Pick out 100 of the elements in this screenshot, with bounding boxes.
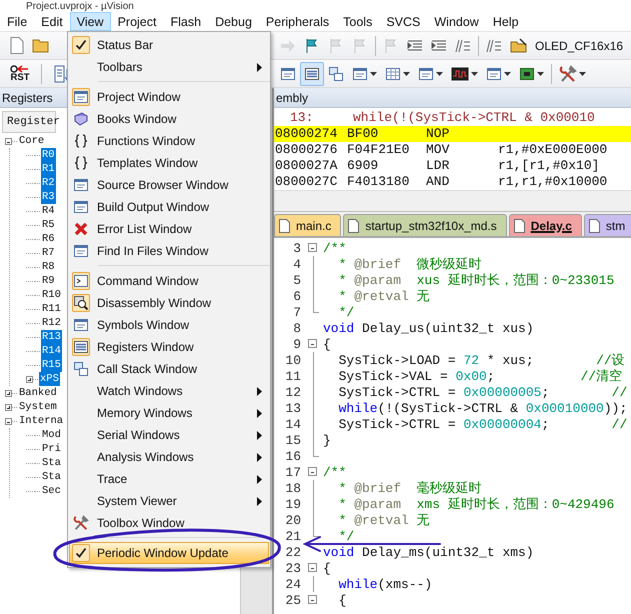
tree-item[interactable]: Pri (41, 442, 62, 456)
collapse-toggle[interactable] (308, 339, 317, 348)
menu-item[interactable]: SVCS (379, 12, 428, 31)
menu-item[interactable]: Templates Window (69, 152, 269, 174)
list-icon (73, 339, 89, 355)
tree-item[interactable]: Sta (41, 456, 62, 470)
collapse-toggle[interactable] (5, 418, 12, 424)
tree-item[interactable]: R13 (41, 330, 62, 344)
tree-item[interactable]: R3 (41, 190, 56, 204)
tree-item[interactable]: R0 (41, 148, 56, 162)
menu-item[interactable]: Peripherals (258, 12, 336, 31)
file-tab[interactable]: startup_stm32f10x_md.s (343, 214, 507, 236)
tree-item[interactable]: R6 (41, 232, 56, 246)
disassembly-row[interactable]: 08000274 BF00 NOP (274, 126, 631, 142)
menu-item[interactable]: Command Window (69, 270, 269, 292)
reset-button[interactable]: RST (10, 65, 30, 82)
collapse-toggle[interactable] (308, 243, 317, 252)
folder-icon[interactable] (32, 38, 50, 53)
line-number: 22 (284, 544, 301, 560)
flag-icon (383, 38, 399, 54)
menu-item[interactable]: Periodic Window Update (69, 542, 269, 564)
menu-item[interactable]: Window (427, 12, 486, 31)
menu-item[interactable]: File (0, 12, 34, 31)
menu-item[interactable]: Project (110, 12, 164, 31)
menu-item[interactable]: Edit (34, 12, 70, 31)
expand-toggle[interactable] (5, 390, 12, 396)
caret-icon (579, 72, 586, 76)
menu-item[interactable]: View (70, 12, 111, 31)
menu-item[interactable]: Memory Windows (69, 402, 269, 424)
menu-item[interactable]: Toolbars (69, 56, 269, 78)
menu-item[interactable]: Registers Window (69, 336, 269, 358)
collapse-toggle[interactable] (308, 595, 317, 604)
menu-item[interactable]: System Viewer (69, 490, 269, 512)
line-number: 7 (292, 304, 301, 320)
tree-item[interactable]: R1 (41, 162, 56, 176)
menu-item[interactable]: Analysis Windows (69, 446, 269, 468)
menu-item[interactable]: Flash (163, 12, 208, 31)
menu-item[interactable]: Debug (208, 12, 259, 31)
address: 08000274 (275, 126, 338, 142)
submenu-arrow-icon (257, 409, 262, 418)
windows-icon (328, 66, 344, 82)
code-line: { (322, 562, 331, 574)
menu-item[interactable]: Tools (336, 12, 380, 31)
tree-item[interactable]: R8 (41, 260, 56, 274)
tree-item[interactable]: R9 (41, 274, 56, 288)
menu-item[interactable]: Serial Windows (69, 424, 269, 446)
toolbar-button[interactable] (300, 62, 324, 86)
disassembly-row[interactable]: 08000276 F04F21E0 MOV r1,#0xE000E000 (274, 142, 631, 158)
tree-item[interactable]: R2 (41, 176, 56, 190)
disassembly-row[interactable]: 0800027A 6909 LDR r1,[r1,#0x10] (274, 158, 631, 174)
code-line: * @brief 微秒级延时 (338, 258, 482, 270)
error-icon (73, 221, 89, 237)
tree-item[interactable]: Core (18, 134, 46, 148)
menu-item[interactable]: Project Window (69, 86, 269, 108)
file-tab[interactable]: Delay.c (508, 214, 582, 236)
tree-item[interactable]: R10 (41, 288, 62, 302)
new-file-icon[interactable] (10, 37, 24, 54)
menu-item[interactable]: Books Window (69, 108, 269, 130)
menu-item[interactable]: Watch Windows (69, 380, 269, 402)
menu-item[interactable]: Call Stack Window (69, 358, 269, 380)
menu-item[interactable]: Status Bar (69, 34, 269, 56)
code-line: while(!(SysTick->CTRL & 0x00010000)); (338, 402, 628, 414)
tree-item[interactable]: Interna (18, 414, 64, 428)
menu-item[interactable]: Source Browser Window (69, 174, 269, 196)
tree-item[interactable]: R14 (41, 344, 62, 358)
submenu-arrow-icon (257, 497, 262, 506)
tree-item[interactable]: Sec (41, 484, 62, 498)
tree-item[interactable]: R4 (41, 204, 56, 218)
tree-item[interactable]: Sta (41, 470, 62, 484)
file-tab[interactable]: main.c (274, 214, 342, 236)
tree-item[interactable]: Banked (18, 386, 58, 400)
menu-item[interactable]: Symbols Window (69, 314, 269, 336)
code-line: /** (322, 242, 346, 254)
menu-item[interactable]: Trace (69, 468, 269, 490)
menu-item[interactable]: Disassembly Window (69, 292, 269, 314)
collapse-toggle[interactable] (5, 138, 12, 144)
tree-item[interactable]: R7 (41, 246, 56, 260)
tree-item[interactable]: R15 (41, 358, 62, 372)
tree-item[interactable]: Mod (41, 428, 62, 442)
expand-toggle[interactable] (5, 404, 12, 410)
tree-item[interactable]: R12 (41, 316, 62, 330)
tree-item[interactable]: R11 (41, 302, 62, 316)
expand-toggle[interactable] (26, 376, 33, 382)
collapse-toggle[interactable] (308, 467, 317, 476)
tree-item[interactable]: System (18, 400, 58, 414)
file-icon (279, 218, 290, 232)
code-line: } (322, 434, 331, 446)
menu-item[interactable]: Help (486, 12, 526, 31)
code-line: * @param xms 延时时长，范围：0~429496 (338, 498, 614, 510)
collapse-toggle[interactable] (308, 563, 317, 572)
menu-item[interactable]: Build Output Window (69, 196, 269, 218)
disassembly-row[interactable]: 0800027C F4013180 AND r1,r1,#0x10000 (274, 174, 631, 190)
file-tab[interactable]: stm (584, 214, 631, 236)
tree-item[interactable]: xPS (39, 372, 60, 386)
menu-item[interactable]: Toolbox Window (69, 512, 269, 534)
mnemonic: MOV (426, 142, 450, 158)
menu-item[interactable]: Functions Window (69, 130, 269, 152)
menu-item[interactable]: Error List Window (69, 218, 269, 240)
menu-item[interactable]: Find In Files Window (69, 240, 269, 262)
tree-item[interactable]: R5 (41, 218, 56, 232)
